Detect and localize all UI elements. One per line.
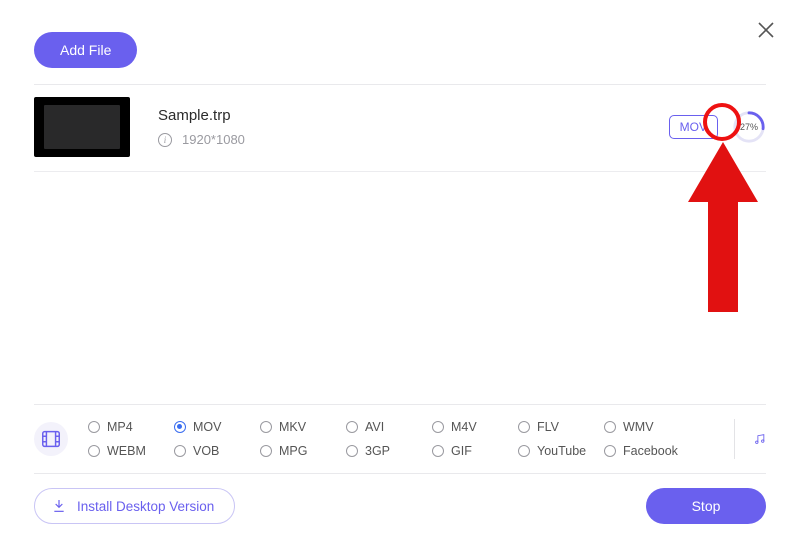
format-option-label: FLV: [537, 420, 559, 434]
format-option-label: Facebook: [623, 444, 678, 458]
file-thumbnail[interactable]: [34, 97, 130, 157]
format-option-facebook[interactable]: Facebook: [604, 444, 690, 458]
format-option-label: WMV: [623, 420, 654, 434]
progress-indicator: 27%: [732, 110, 766, 144]
format-option-mp4[interactable]: MP4: [88, 420, 174, 434]
format-option-mpg[interactable]: MPG: [260, 444, 346, 458]
format-option-label: AVI: [365, 420, 384, 434]
format-option-label: 3GP: [365, 444, 390, 458]
install-desktop-label: Install Desktop Version: [77, 499, 214, 514]
footer: Install Desktop Version Stop: [34, 488, 766, 524]
format-option-avi[interactable]: AVI: [346, 420, 432, 434]
format-option-label: MPG: [279, 444, 307, 458]
format-option-wmv[interactable]: WMV: [604, 420, 690, 434]
format-option-label: MP4: [107, 420, 133, 434]
format-option-flv[interactable]: FLV: [518, 420, 604, 434]
target-format-badge[interactable]: MOV: [669, 115, 718, 139]
format-option-mov[interactable]: MOV: [174, 420, 260, 434]
close-icon[interactable]: [756, 20, 776, 40]
format-option-webm[interactable]: WEBM: [88, 444, 174, 458]
install-desktop-button[interactable]: Install Desktop Version: [34, 488, 235, 524]
file-resolution: 1920*1080: [182, 132, 245, 147]
format-option-3gp[interactable]: 3GP: [346, 444, 432, 458]
format-panel: MP4 MOV MKV AVI M4V FLV WMV WEBM VOB MPG 3GP GIF You…: [34, 404, 766, 474]
format-option-vob[interactable]: VOB: [174, 444, 260, 458]
format-option-label: GIF: [451, 444, 472, 458]
format-option-youtube[interactable]: YouTube: [518, 444, 604, 458]
format-option-label: VOB: [193, 444, 219, 458]
video-tab-icon[interactable]: [34, 422, 68, 456]
format-option-mkv[interactable]: MKV: [260, 420, 346, 434]
stop-button[interactable]: Stop: [646, 488, 766, 524]
format-option-label: MOV: [193, 420, 221, 434]
format-option-label: M4V: [451, 420, 477, 434]
file-row: Sample.trp i 1920*1080 MOV 27%: [34, 85, 766, 172]
format-option-label: YouTube: [537, 444, 586, 458]
info-icon[interactable]: i: [158, 133, 172, 147]
format-option-m4v[interactable]: M4V: [432, 420, 518, 434]
format-option-label: WEBM: [107, 444, 146, 458]
audio-tab-icon[interactable]: [734, 419, 766, 459]
file-name: Sample.trp: [158, 107, 669, 124]
header: Add File: [34, 0, 766, 85]
download-icon: [51, 498, 67, 514]
progress-label: 27%: [732, 110, 766, 144]
add-file-button[interactable]: Add File: [34, 32, 137, 68]
format-option-label: MKV: [279, 420, 306, 434]
format-option-gif[interactable]: GIF: [432, 444, 518, 458]
